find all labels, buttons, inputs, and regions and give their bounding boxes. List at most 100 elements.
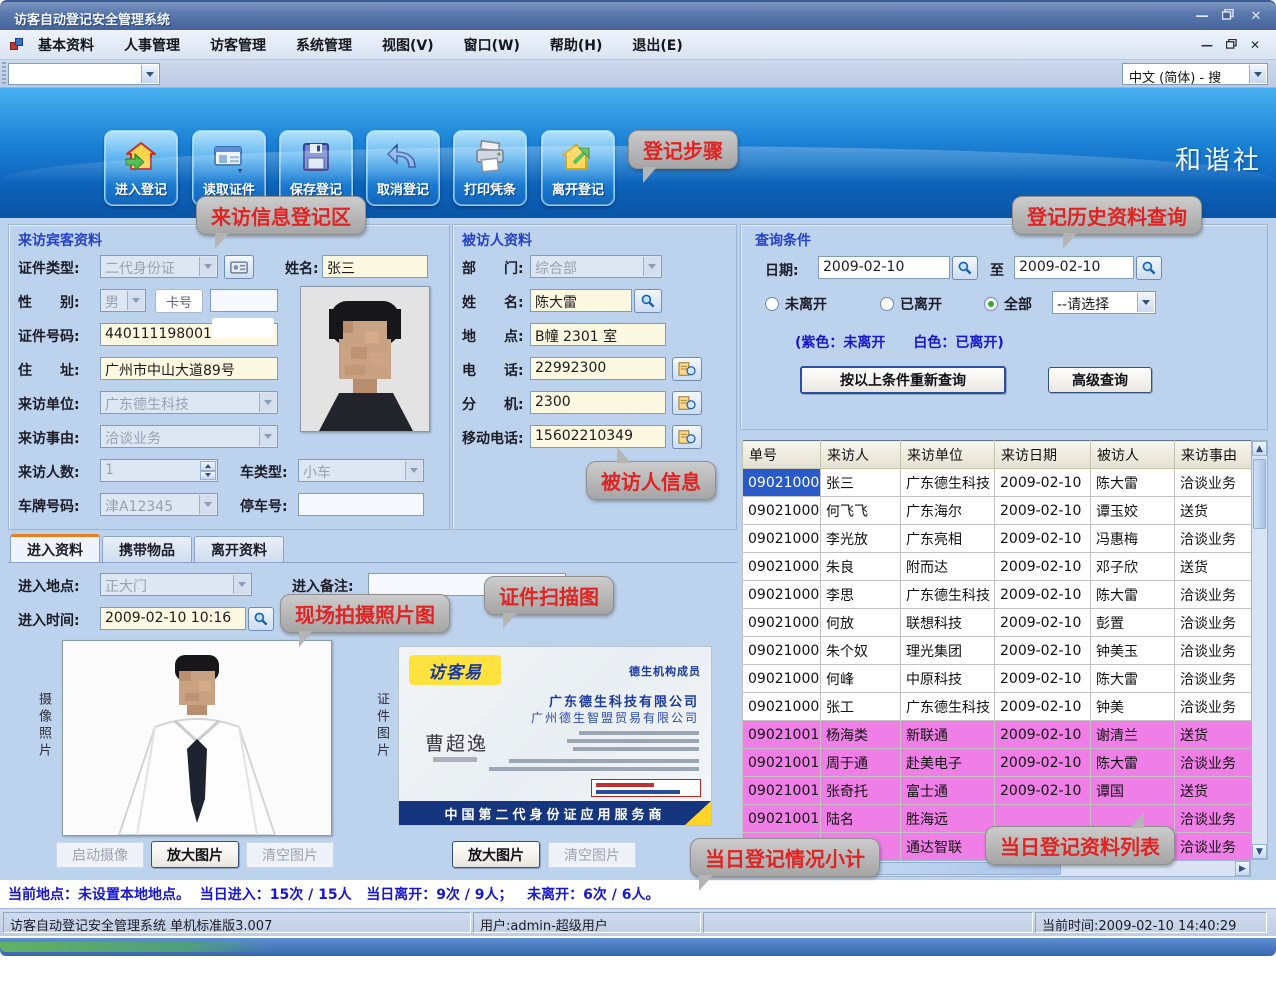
visitor-name-field[interactable]: 张三 bbox=[322, 255, 428, 278]
visitor-count-stepper[interactable]: 1 bbox=[100, 459, 218, 482]
table-cell[interactable]: 洽谈业务 bbox=[1175, 581, 1252, 609]
table-cell[interactable]: 2009-02-10 bbox=[995, 553, 1091, 581]
language-bar-select[interactable]: 中文 (简体) - 搜 bbox=[1122, 63, 1268, 85]
table-cell[interactable]: 2009-02-10 bbox=[995, 777, 1091, 805]
table-cell[interactable]: 090210009 bbox=[743, 693, 821, 721]
table-cell[interactable]: 陈大雷 bbox=[1091, 749, 1175, 777]
table-cell[interactable]: 联想科技 bbox=[901, 609, 995, 637]
gender-select[interactable]: 男 bbox=[100, 289, 146, 312]
table-row[interactable]: 090210010杨海类新联通2009-02-10谢清兰送货 bbox=[743, 721, 1252, 749]
tab-carried-items[interactable]: 携带物品 bbox=[102, 536, 192, 562]
table-row[interactable]: 090210008何峰中原科技2009-02-10陈大雷洽谈业务 bbox=[743, 665, 1252, 693]
table-cell[interactable]: 陆名 bbox=[821, 805, 901, 833]
parking-field[interactable] bbox=[298, 493, 424, 516]
table-row[interactable]: 090210009张工广东德生科技2009-02-10钟美洽谈业务 bbox=[743, 693, 1252, 721]
advanced-query-button[interactable]: 高级查询 bbox=[1048, 367, 1152, 393]
table-cell[interactable]: 谢清兰 bbox=[1091, 721, 1175, 749]
menu-visitor[interactable]: 访客管理 bbox=[210, 35, 266, 55]
save-registration-button[interactable]: 保存登记 bbox=[279, 130, 353, 206]
table-cell[interactable]: 富士通 bbox=[901, 777, 995, 805]
location-field[interactable]: B幢 2301 室 bbox=[530, 323, 666, 346]
table-cell[interactable]: 洽谈业务 bbox=[1175, 749, 1252, 777]
table-cell[interactable]: 洽谈业务 bbox=[1175, 665, 1252, 693]
menu-window[interactable]: 窗口(W) bbox=[464, 35, 520, 55]
table-cell[interactable]: 送货 bbox=[1175, 777, 1252, 805]
table-cell[interactable]: 张工 bbox=[821, 693, 901, 721]
menu-basic-data[interactable]: 基本资料 bbox=[38, 35, 94, 55]
table-cell[interactable]: 陈大雷 bbox=[1091, 665, 1175, 693]
table-row[interactable]: 090210012张奇托富士通2009-02-10谭国送货 bbox=[743, 777, 1252, 805]
table-cell[interactable]: 洽谈业务 bbox=[1175, 833, 1252, 861]
table-cell[interactable]: 理光集团 bbox=[901, 637, 995, 665]
table-row[interactable]: 090210002何飞飞广东海尔2009-02-10谭玉姣送货 bbox=[743, 497, 1252, 525]
table-cell[interactable]: 陈大雷 bbox=[1091, 469, 1175, 497]
ext-field[interactable]: 2300 bbox=[530, 391, 666, 414]
table-row[interactable]: 090210001张三广东德生科技2009-02-10陈大雷洽谈业务 bbox=[743, 469, 1252, 497]
table-cell[interactable]: 朱良 bbox=[821, 553, 901, 581]
table-row[interactable]: 090210003李光放广东亮相2009-02-10冯惠梅洽谈业务 bbox=[743, 525, 1252, 553]
cancel-registration-button[interactable]: 取消登记 bbox=[366, 130, 440, 206]
table-cell[interactable]: 090210006 bbox=[743, 609, 821, 637]
vehicle-type-select[interactable]: 小车 bbox=[298, 459, 424, 482]
mobile-field[interactable]: 15602210349 bbox=[530, 425, 666, 448]
quick-select-combobox[interactable] bbox=[8, 63, 160, 85]
minimize-button[interactable]: — bbox=[1190, 7, 1214, 26]
table-cell[interactable]: 通达智联 bbox=[901, 833, 995, 861]
card-number-button[interactable]: 卡号 bbox=[155, 289, 203, 313]
table-cell[interactable]: 090210008 bbox=[743, 665, 821, 693]
table-cell[interactable]: 090210002 bbox=[743, 497, 821, 525]
radio-left[interactable]: 已离开 bbox=[880, 294, 942, 314]
table-cell[interactable]: 2009-02-10 bbox=[995, 721, 1091, 749]
table-cell[interactable]: 胜海远 bbox=[901, 805, 995, 833]
table-row[interactable]: 090210006何放联想科技2009-02-10彭置洽谈业务 bbox=[743, 609, 1252, 637]
address-field[interactable]: 广州市中山大道89号 bbox=[100, 357, 278, 380]
table-cell[interactable]: 杨海类 bbox=[821, 721, 901, 749]
tab-entry-data[interactable]: 进入资料 bbox=[10, 534, 100, 562]
table-vscrollbar[interactable]: ▲ ▼ bbox=[1251, 440, 1268, 860]
radio-all[interactable]: 全部 bbox=[984, 294, 1032, 314]
table-cell[interactable]: 洽谈业务 bbox=[1175, 693, 1252, 721]
table-cell[interactable]: 钟美玉 bbox=[1091, 637, 1175, 665]
scroll-down-icon[interactable]: ▼ bbox=[1252, 844, 1267, 859]
col-header[interactable]: 来访单位 bbox=[901, 441, 995, 469]
table-cell[interactable]: 中原科技 bbox=[901, 665, 995, 693]
col-header[interactable]: 来访日期 bbox=[995, 441, 1091, 469]
table-cell[interactable]: 广东海尔 bbox=[901, 497, 995, 525]
table-cell[interactable]: 陈大雷 bbox=[1091, 581, 1175, 609]
table-cell[interactable]: 李思 bbox=[821, 581, 901, 609]
table-cell[interactable]: 2009-02-10 bbox=[995, 525, 1091, 553]
radio-not-left[interactable]: 未离开 bbox=[765, 294, 827, 314]
table-cell[interactable]: 洽谈业务 bbox=[1175, 525, 1252, 553]
table-cell[interactable]: 090210012 bbox=[743, 777, 821, 805]
card-reader-button[interactable] bbox=[224, 255, 254, 279]
requery-button[interactable]: 按以上条件重新查询 bbox=[800, 366, 1006, 394]
table-cell[interactable]: 谭玉姣 bbox=[1091, 497, 1175, 525]
scroll-right-icon[interactable]: ▶ bbox=[1235, 861, 1250, 876]
menu-system[interactable]: 系统管理 bbox=[296, 35, 352, 55]
reason-select[interactable]: 洽谈业务 bbox=[100, 425, 278, 448]
table-cell[interactable]: 何飞飞 bbox=[821, 497, 901, 525]
plate-select[interactable]: 津A12345 bbox=[100, 493, 218, 516]
table-cell[interactable]: 090210011 bbox=[743, 749, 821, 777]
table-cell[interactable]: 何放 bbox=[821, 609, 901, 637]
col-header[interactable]: 单号 bbox=[743, 441, 821, 469]
table-cell[interactable]: 附而达 bbox=[901, 553, 995, 581]
toolbar-grip[interactable] bbox=[2, 62, 6, 86]
col-header[interactable]: 来访事由 bbox=[1175, 441, 1252, 469]
table-cell[interactable]: 090210004 bbox=[743, 553, 821, 581]
child-restore-button[interactable] bbox=[1220, 37, 1242, 54]
ext-dial-button[interactable] bbox=[672, 391, 702, 415]
table-cell[interactable]: 广东亮相 bbox=[901, 525, 995, 553]
scroll-up-icon[interactable]: ▲ bbox=[1252, 441, 1267, 456]
clear-photo-button-right[interactable]: 清空图片 bbox=[548, 842, 636, 868]
table-cell[interactable]: 洽谈业务 bbox=[1175, 805, 1252, 833]
date-to-field[interactable]: 2009-02-10 bbox=[1014, 256, 1134, 279]
table-cell[interactable]: 2009-02-10 bbox=[995, 665, 1091, 693]
table-cell[interactable]: 张三 bbox=[821, 469, 901, 497]
table-cell[interactable]: 2009-02-10 bbox=[995, 581, 1091, 609]
table-cell[interactable]: 送货 bbox=[1175, 553, 1252, 581]
table-cell[interactable]: 周于通 bbox=[821, 749, 901, 777]
date-from-field[interactable]: 2009-02-10 bbox=[818, 256, 950, 279]
leave-registration-button[interactable]: 离开登记 bbox=[541, 130, 615, 206]
tab-leave-data[interactable]: 离开资料 bbox=[194, 536, 284, 562]
